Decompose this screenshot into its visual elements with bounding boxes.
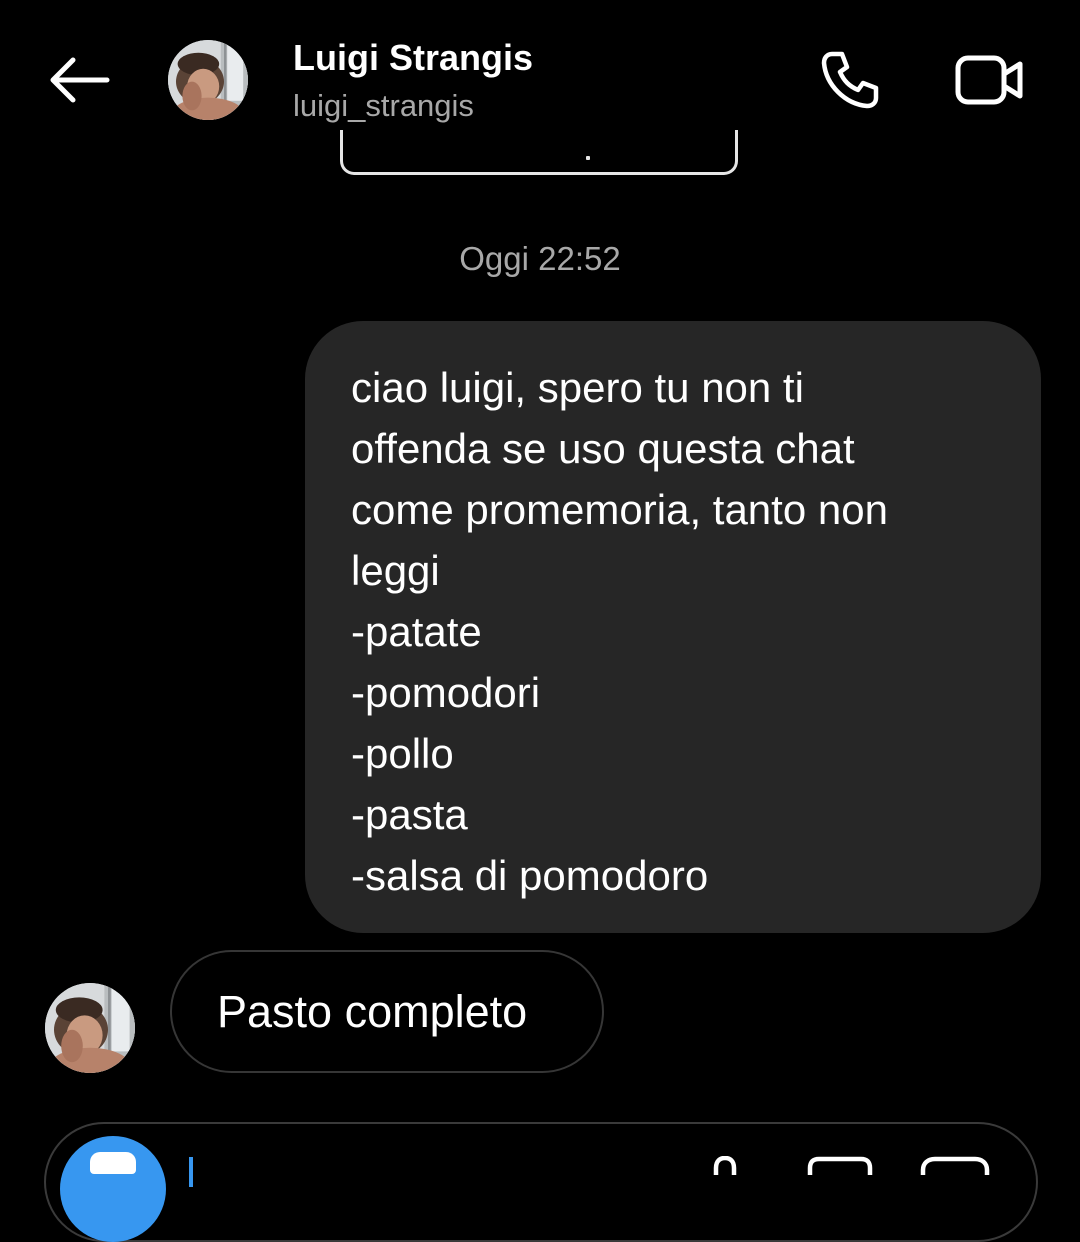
audio-call-button[interactable] xyxy=(812,42,888,118)
video-call-button[interactable] xyxy=(950,42,1030,118)
message-line: offenda se uso questa chat xyxy=(351,425,855,472)
message-composer xyxy=(44,1122,1038,1242)
message-line: come promemoria, tanto non xyxy=(351,486,888,533)
outgoing-message-bubble[interactable]: ciao luigi, spero tu non ti offenda se u… xyxy=(305,321,1041,933)
message-line: -pomodori xyxy=(351,669,541,716)
shared-content-card[interactable] xyxy=(340,130,738,175)
contact-name: Luigi Strangis xyxy=(293,37,534,78)
camera-button[interactable] xyxy=(60,1136,166,1242)
message-line: leggi xyxy=(351,547,440,594)
text-cursor xyxy=(189,1157,193,1187)
back-button[interactable] xyxy=(40,48,116,112)
message-line: -pollo xyxy=(351,730,454,777)
card-fragment xyxy=(586,156,590,160)
message-input[interactable] xyxy=(198,1150,688,1175)
gallery-icon xyxy=(807,1156,873,1175)
sender-avatar[interactable] xyxy=(45,983,135,1073)
camera-icon xyxy=(90,1152,136,1174)
contact-info[interactable]: Luigi Strangis luigi_strangis xyxy=(293,36,533,126)
sticker-button[interactable] xyxy=(915,1156,995,1175)
phone-icon xyxy=(821,51,879,109)
chat-header: Luigi Strangis luigi_strangis xyxy=(0,0,1080,150)
gallery-button[interactable] xyxy=(800,1156,880,1175)
contact-avatar[interactable] xyxy=(168,40,248,120)
message-line: -pasta xyxy=(351,791,468,838)
message-line: ciao luigi, spero tu non ti xyxy=(351,364,804,411)
message-timestamp: Oggi 22:52 xyxy=(459,240,621,277)
arrow-left-icon xyxy=(50,57,110,103)
microphone-icon xyxy=(713,1155,737,1175)
sticker-icon xyxy=(920,1156,990,1175)
incoming-message-text: Pasto completo xyxy=(217,985,528,1037)
contact-username: luigi_strangis xyxy=(293,88,474,123)
incoming-message-bubble[interactable]: Pasto completo xyxy=(170,950,604,1073)
message-line: -patate xyxy=(351,608,482,655)
message-line: -salsa di pomodoro xyxy=(351,852,709,899)
microphone-button[interactable] xyxy=(703,1155,747,1175)
video-camera-icon xyxy=(955,55,1023,105)
